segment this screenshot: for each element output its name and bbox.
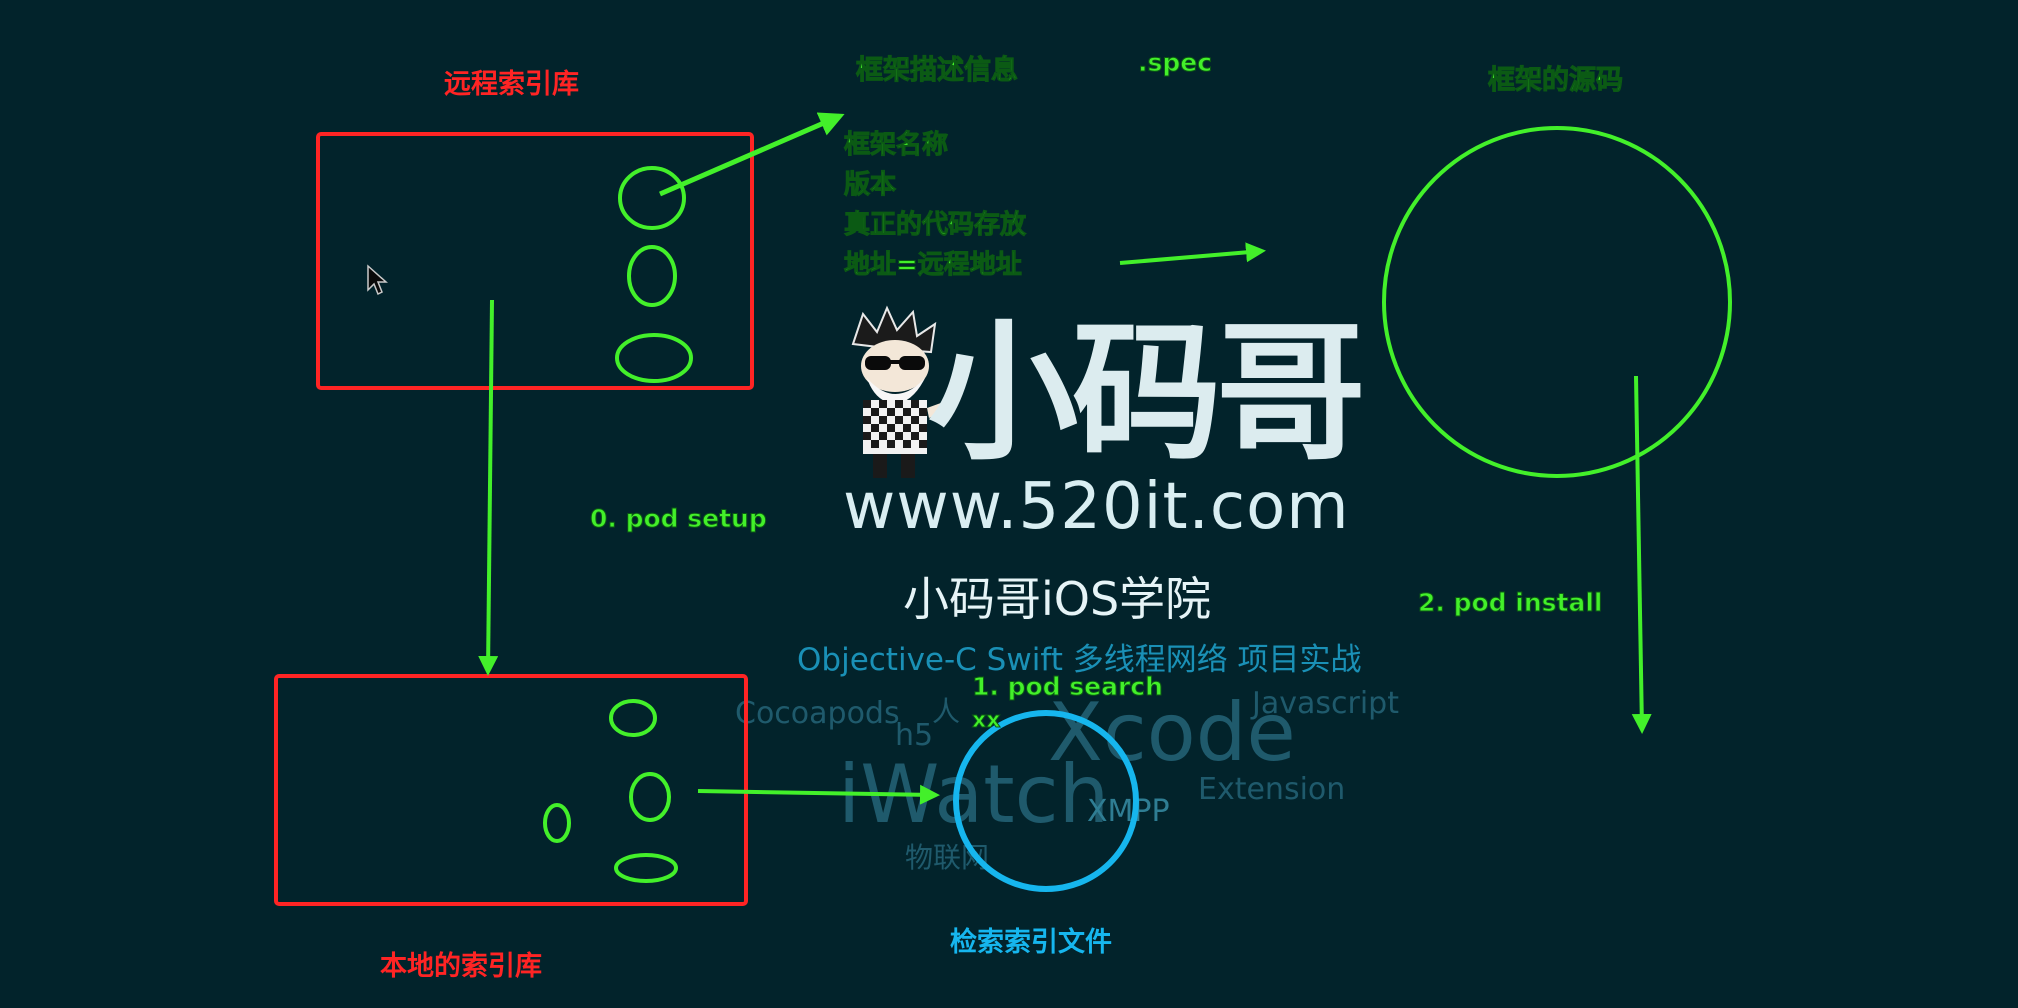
pod-setup-label: 0. pod setup <box>590 504 768 534</box>
diagram-shapes <box>274 112 1732 906</box>
arrow-local-to-search <box>697 784 940 805</box>
remote-spec-ellipse-3 <box>615 333 693 383</box>
pod-install-label: 2. pod install <box>1417 588 1603 618</box>
search-index-circle <box>953 710 1139 892</box>
local-spec-ellipse-4 <box>614 853 678 883</box>
mouse-cursor-icon <box>367 264 388 296</box>
local-index-label: 本地的索引库 <box>380 951 542 982</box>
local-spec-ellipse-2 <box>629 772 671 822</box>
arrow-remote-to-local <box>478 299 499 676</box>
pod-search-arg: xx <box>971 708 1001 734</box>
info-item-name: 框架名称 <box>843 130 949 161</box>
framework-info-title: 框架描述信息 <box>856 55 1019 87</box>
pod-search-label: 1. pod search <box>972 672 1164 702</box>
local-spec-ellipse-3 <box>543 803 571 843</box>
arrow-source-down <box>1631 375 1652 734</box>
info-item-code-storage: 真正的代码存放 <box>843 210 1027 241</box>
remote-index-label: 远程索引库 <box>444 69 579 100</box>
remote-spec-ellipse-1 <box>618 166 686 230</box>
framework-source-circle <box>1382 126 1732 478</box>
remote-spec-ellipse-2 <box>627 245 677 307</box>
info-item-address: 地址=远程地址 <box>844 250 1023 281</box>
spec-label: .spec <box>1137 48 1213 78</box>
info-item-version: 版本 <box>843 170 897 201</box>
arrow-info-to-source <box>1119 242 1266 265</box>
search-index-file-label: 检索索引文件 <box>950 927 1112 958</box>
diagram-canvas: Cocoapods h5 Xcode Javascript iWatch XMP… <box>0 0 2018 1008</box>
local-spec-ellipse-1 <box>609 699 657 737</box>
framework-source-label: 框架的源码 <box>1488 65 1624 97</box>
